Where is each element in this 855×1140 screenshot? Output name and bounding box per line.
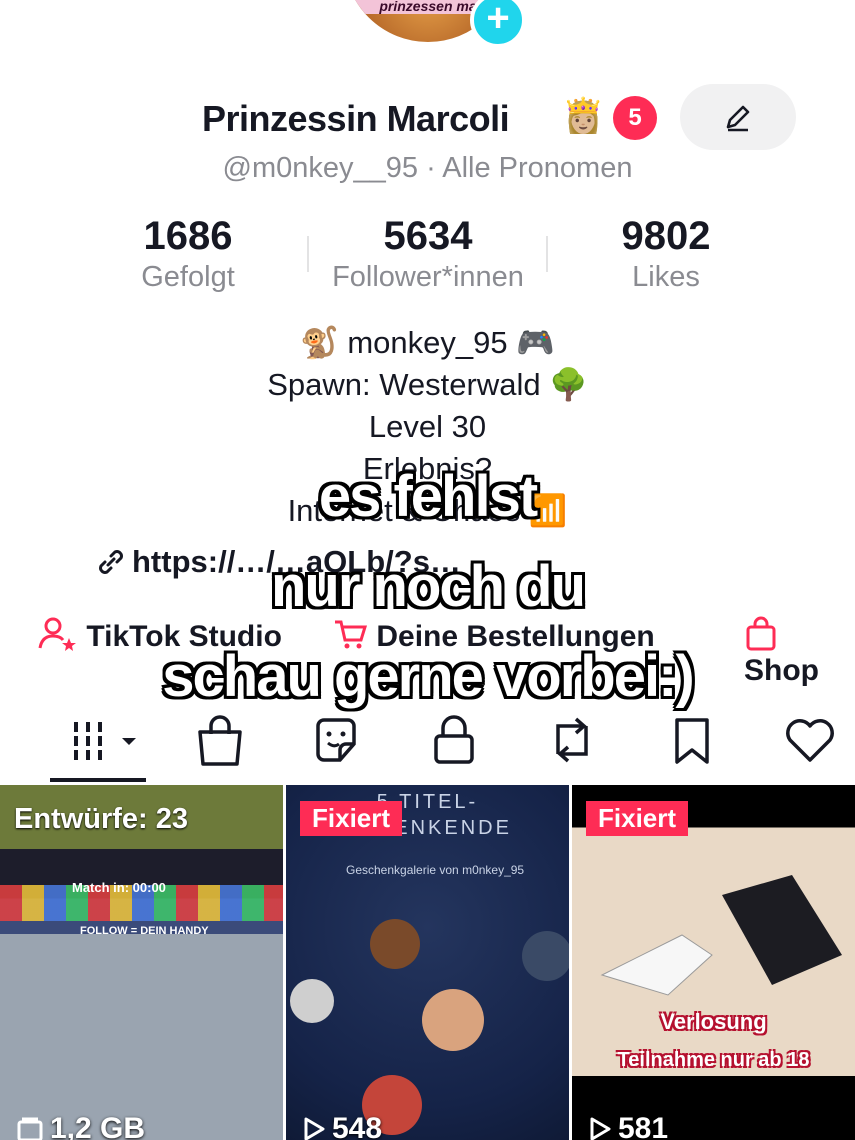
stat-likes[interactable]: 9802 Likes — [596, 214, 736, 294]
hud-match-text: Match in: 00:00 — [72, 880, 166, 895]
stat-likes-value: 9802 — [621, 214, 711, 258]
video-grid: Match in: 00:00 FOLLOW = DEIN HANDY Entw… — [0, 785, 855, 1140]
view-count-text: 581 — [618, 1112, 669, 1140]
edit-profile-button[interactable] — [680, 84, 796, 150]
play-icon — [590, 1117, 611, 1140]
gift-avatar — [290, 979, 334, 1023]
storage-icon — [17, 1117, 43, 1140]
princess-emoji-icon: 👸🏼 — [562, 97, 605, 135]
stat-following-label: Gefolgt — [141, 261, 235, 293]
view-count: 581 — [588, 1112, 668, 1140]
tab-videos[interactable] — [70, 710, 146, 770]
tab-shop[interactable] — [190, 710, 250, 770]
bio-line: Level 30 — [368, 409, 487, 444]
pinned-badge: Fixiert — [300, 801, 403, 836]
tab-saved[interactable] — [662, 710, 722, 770]
video-overlay-text: Teilnahme nur ab 18 — [617, 1049, 810, 1071]
add-story-button[interactable]: + — [470, 0, 526, 48]
handle-separator: · — [426, 152, 436, 184]
drafts-tile[interactable]: Match in: 00:00 FOLLOW = DEIN HANDY Entw… — [0, 785, 283, 1140]
videos-grid-icon — [74, 722, 136, 760]
heart-icon — [786, 719, 834, 762]
stat-following[interactable]: 1686 Gefolgt — [118, 214, 258, 294]
stat-following-value: 1686 — [143, 214, 233, 258]
pinned-video-tile[interactable]: 5 TITEL- SCHENKENDE Geschenkgalerie von … — [286, 785, 569, 1140]
drafts-label: Entwürfe: 23 — [14, 803, 189, 835]
tab-stickers[interactable] — [306, 710, 366, 770]
stat-likes-label: Likes — [632, 261, 700, 293]
sticker-icon — [316, 718, 356, 762]
repost-icon — [556, 717, 588, 763]
lock-icon — [434, 715, 474, 764]
stat-divider — [546, 236, 548, 272]
stat-followers[interactable]: 5634 Follower*innen — [312, 214, 544, 294]
bio-line: Spawn: Westerwald 🌳 — [267, 367, 588, 402]
pinned-video-tile[interactable]: Fixiert Verlosung Teilnahme nur ab 18 58… — [572, 785, 855, 1140]
caption-line: nur noch du — [270, 554, 586, 619]
active-tab-indicator — [50, 778, 146, 782]
tab-liked[interactable] — [780, 710, 840, 770]
video-overlay-text: Verlosung — [660, 1009, 767, 1034]
bookmark-icon — [675, 718, 709, 764]
gift-avatar — [370, 919, 420, 969]
pinned-badge: Fixiert — [586, 801, 689, 836]
profile-name: Prinzessin Marcoli — [202, 98, 510, 139]
video-subtitle-text: Geschenkgalerie von m0nkey_95 — [346, 863, 525, 877]
profile-pronouns: Alle Pronomen — [442, 152, 633, 184]
drafts-size-text: 1,2 GB — [50, 1112, 146, 1140]
view-count: 548 — [302, 1112, 382, 1140]
bio-line: 🐒 monkey_95 🎮 — [300, 325, 555, 360]
profile-handle: @m0nkey__95 — [222, 152, 419, 184]
pencil-icon — [726, 105, 750, 132]
profile-stats: 1686 Gefolgt 5634 Follower*innen 9802 Li… — [0, 214, 855, 304]
notification-badge[interactable]: 5 — [613, 96, 657, 140]
gift-avatar — [422, 989, 484, 1051]
profile-handle-row: @m0nkey__95 · Alle Pronomen — [0, 152, 855, 185]
tab-reposts[interactable] — [542, 710, 602, 770]
caption-line: es fehlst — [318, 464, 538, 529]
stat-divider — [307, 236, 309, 272]
drafts-size: 1,2 GB — [16, 1112, 145, 1140]
profile-tabs — [0, 700, 855, 784]
play-icon — [304, 1117, 325, 1140]
stat-followers-label: Follower*innen — [332, 261, 524, 293]
shop-bag-icon — [198, 715, 242, 766]
profile-name-row: Prinzessin Marcoli 👸🏼 5 — [0, 84, 855, 150]
tab-private[interactable] — [424, 710, 484, 770]
dragon-figures-image — [600, 875, 842, 996]
stat-followers-value: 5634 — [383, 214, 473, 258]
video-caption-overlay: es fehlst nur noch du schau gerne vorbei… — [0, 452, 855, 722]
view-count-text: 548 — [332, 1112, 383, 1140]
hud-follow-text: FOLLOW = DEIN HANDY — [80, 925, 209, 937]
gift-avatar — [522, 931, 569, 981]
